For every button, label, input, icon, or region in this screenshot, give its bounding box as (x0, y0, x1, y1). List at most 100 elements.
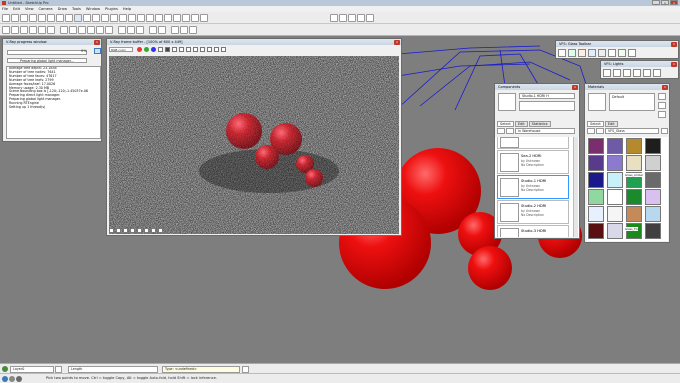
material-swatch[interactable] (645, 138, 661, 154)
look-around-icon[interactable] (180, 26, 188, 34)
monochrome-style-icon[interactable] (105, 26, 113, 34)
type-field[interactable]: Type: <undefined> (162, 365, 240, 373)
previous-view-icon[interactable] (200, 14, 208, 22)
menu-view[interactable]: View (25, 7, 34, 11)
lut-icon[interactable] (144, 228, 149, 233)
material-swatch[interactable] (588, 138, 604, 154)
render-last-icon[interactable] (207, 47, 212, 52)
green-channel-icon[interactable] (144, 47, 149, 52)
duplicate-icon[interactable] (186, 47, 191, 52)
layer-select[interactable]: Layer0 (10, 365, 54, 373)
menu-edit[interactable]: Edit (13, 7, 20, 11)
progress-info-icon[interactable] (94, 48, 101, 54)
shaded-style-icon[interactable] (87, 26, 95, 34)
glass-tin-icon[interactable] (608, 49, 616, 57)
material-swatch[interactable] (607, 223, 623, 239)
tape-measure-icon[interactable] (128, 14, 136, 22)
dimension-tool-icon[interactable] (155, 14, 163, 22)
paint-bucket-icon[interactable] (20, 14, 28, 22)
region-render-icon[interactable] (200, 47, 205, 52)
home-icon[interactable] (596, 128, 604, 134)
position-camera-icon[interactable] (189, 26, 197, 34)
track-mouse-icon[interactable] (193, 47, 198, 52)
menu-plugins[interactable]: Plugins (105, 7, 118, 11)
maximize-button[interactable]: ▫ (661, 0, 669, 5)
section-plane-icon[interactable] (118, 26, 126, 34)
list-item-partial[interactable] (497, 137, 569, 149)
front-view-icon[interactable] (20, 26, 28, 34)
orbit-tool-icon[interactable] (164, 14, 172, 22)
zoom-extents-icon[interactable] (191, 14, 199, 22)
material-swatch[interactable] (588, 189, 604, 205)
move-tool-icon[interactable] (74, 14, 82, 22)
ies-light-icon[interactable] (623, 69, 631, 77)
clear-image-icon[interactable] (179, 47, 184, 52)
material-swatch[interactable] (626, 138, 642, 154)
right-view-icon[interactable] (29, 26, 37, 34)
vray-material-editor-icon[interactable] (357, 14, 365, 22)
tab-edit[interactable]: Edit (514, 121, 528, 127)
home-icon[interactable] (506, 128, 514, 134)
components-close-button[interactable]: × (572, 84, 578, 90)
glass-frost-icon[interactable] (598, 49, 606, 57)
display-section-icon[interactable] (127, 26, 135, 34)
material-swatch[interactable] (626, 206, 642, 222)
material-swatch[interactable] (626, 189, 642, 205)
component-name-field[interactable]: Studio-1 HDRI H (519, 93, 575, 99)
minimize-button[interactable]: _ (652, 0, 660, 5)
material-swatch[interactable] (645, 172, 661, 188)
push-pull-icon[interactable] (83, 14, 91, 22)
menu-tools[interactable]: Tools (72, 7, 81, 11)
rect-light-icon[interactable] (633, 69, 641, 77)
select-tool-icon[interactable] (2, 14, 10, 22)
circle-tool-icon[interactable] (47, 14, 55, 22)
material-swatch[interactable] (607, 206, 623, 222)
levels-icon[interactable] (116, 228, 121, 233)
back-view-icon[interactable] (38, 26, 46, 34)
entity-info-icon[interactable] (242, 365, 249, 373)
list-item[interactable]: Studio-3 HDRI (497, 225, 569, 237)
glass-toolbar-close-button[interactable]: × (671, 41, 677, 47)
material-swatch[interactable] (645, 206, 661, 222)
walk-tool-icon[interactable] (171, 26, 179, 34)
fog-icon[interactable] (158, 26, 166, 34)
material-swatch[interactable] (607, 138, 623, 154)
back-icon[interactable] (587, 128, 595, 134)
material-swatch[interactable] (588, 155, 604, 171)
offset-tool-icon[interactable] (119, 14, 127, 22)
menu-help[interactable]: Help (123, 7, 131, 11)
menu-camera[interactable]: Camera (39, 7, 53, 11)
hidden-line-style-icon[interactable] (78, 26, 86, 34)
vray-options-icon[interactable] (339, 14, 347, 22)
material-swatch[interactable] (588, 206, 604, 222)
material-swatch[interactable] (607, 155, 623, 171)
axes-tool-icon[interactable] (146, 14, 154, 22)
render-image[interactable] (109, 56, 399, 234)
section-cuts-icon[interactable] (136, 26, 144, 34)
glass-blue-icon[interactable] (588, 49, 596, 57)
follow-me-icon[interactable] (101, 14, 109, 22)
rotate-tool-icon[interactable] (92, 14, 100, 22)
line-tool-icon[interactable] (38, 14, 46, 22)
components-location-select[interactable]: In Warehouse (515, 128, 575, 134)
arc-tool-icon[interactable] (56, 14, 64, 22)
link-icon[interactable] (214, 47, 219, 52)
list-item[interactable]: Sea-2 HDRI by Unknown No Description (497, 150, 569, 174)
show-corrections-icon[interactable] (109, 228, 114, 233)
pan-tool-icon[interactable] (173, 14, 181, 22)
eraser-tool-icon[interactable] (11, 14, 19, 22)
material-library-select[interactable]: VFS_Glass (605, 128, 659, 134)
material-swatch[interactable] (588, 223, 604, 239)
tab-edit[interactable]: Edit (604, 121, 618, 127)
scale-tool-icon[interactable] (110, 14, 118, 22)
help-icon[interactable] (16, 375, 22, 382)
material-swatch[interactable] (645, 223, 661, 239)
top-view-icon[interactable] (11, 26, 19, 34)
alpha-channel-icon[interactable] (158, 47, 163, 52)
shaded-textures-style-icon[interactable] (96, 26, 104, 34)
material-name-field[interactable]: Default (609, 93, 655, 111)
material-swatch[interactable] (645, 189, 661, 205)
glass-mirror-icon[interactable] (618, 49, 626, 57)
progress-log[interactable]: Average tree depth: 23.1858 Number of tr… (6, 66, 101, 139)
glass-green-icon[interactable] (568, 49, 576, 57)
